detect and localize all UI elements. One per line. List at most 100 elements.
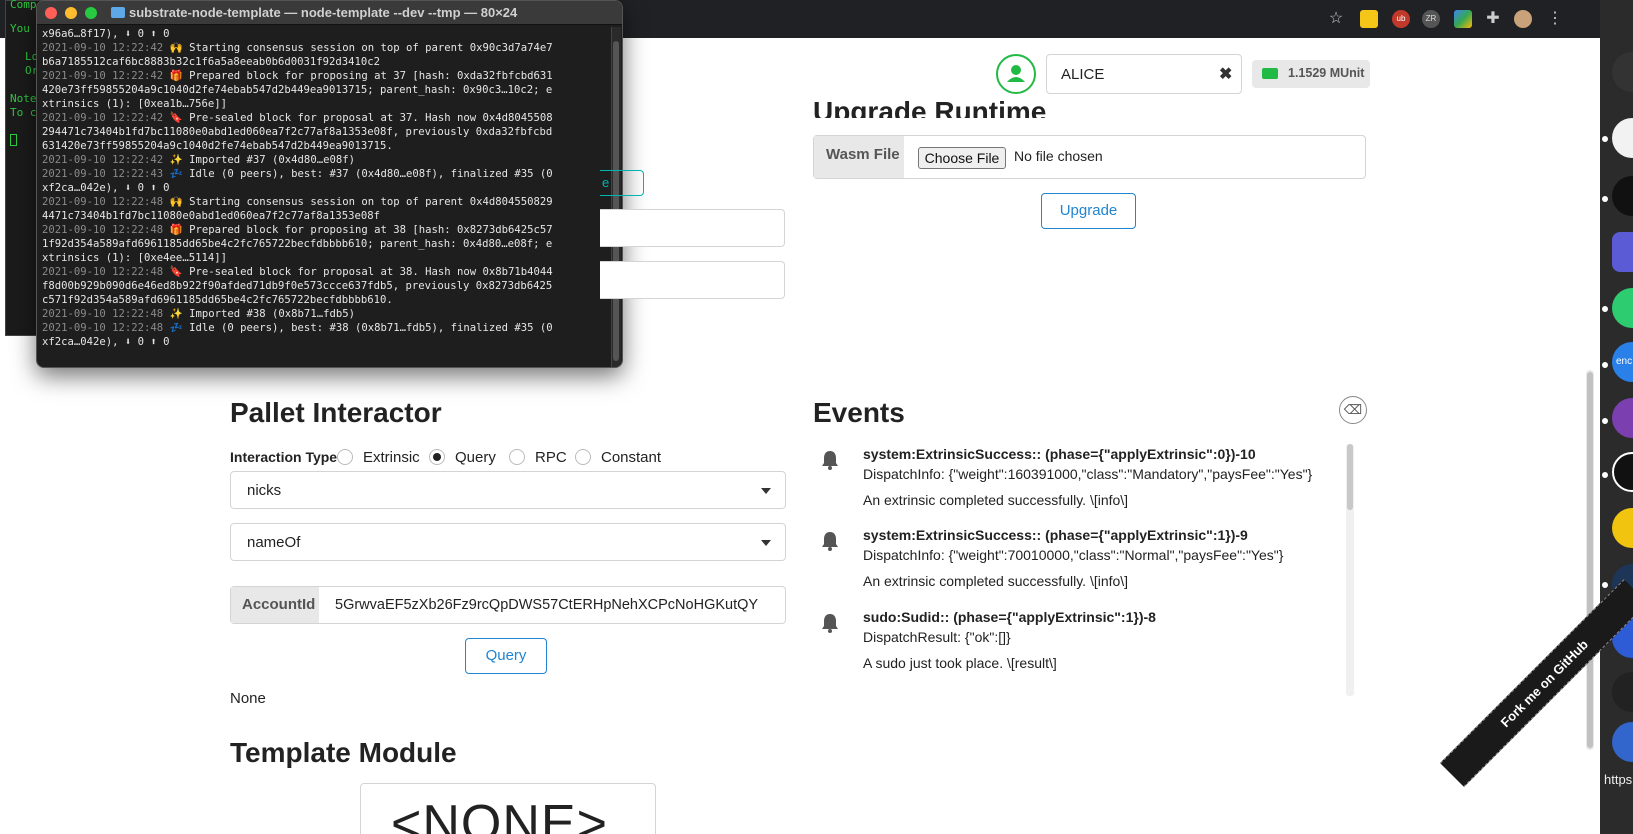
terminal-line: x96a6…8f17), ⬇ 0 ⬆ 0 xyxy=(42,27,604,41)
dock-indicator xyxy=(1602,136,1608,142)
log-text: 🔖 Pre-sealed block for proposal at 38. H… xyxy=(163,266,553,278)
events-scrollbar-thumb[interactable] xyxy=(1347,444,1353,510)
balance-badge: 1.1529 MUnit xyxy=(1252,60,1370,88)
terminal-line: xtrinsics (1): [0xea1b…756e]] xyxy=(42,97,604,111)
star-bookmark-icon[interactable]: ☆ xyxy=(1327,10,1345,28)
wasm-file-field[interactable]: Wasm File Choose File No file chosen xyxy=(813,135,1366,179)
page-scrollbar-thumb[interactable] xyxy=(1587,372,1593,748)
zr-extension-icon[interactable]: ZR xyxy=(1422,10,1440,28)
profile-avatar-icon[interactable] xyxy=(1514,10,1532,28)
terminal-line: 2021-09-10 12:22:48 💤 Idle (0 peers), be… xyxy=(42,321,604,335)
terminal-line: f8d00b929b090d6e46ed8b922f90afded71db9f0… xyxy=(42,279,604,293)
event-description: An extrinsic completed successfully. \[i… xyxy=(863,573,1129,589)
no-file-text: No file chosen xyxy=(1014,148,1103,164)
terminal-line: 294471c73404b1fd7bc11080e0abd1ed060ea7f2… xyxy=(42,125,604,139)
folder-icon xyxy=(111,7,125,18)
log-text: xtrinsics (1): [0xea1b…756e]] xyxy=(42,98,227,110)
events-feed: system:ExtrinsicSuccess:: (phase={"apply… xyxy=(813,446,1368,698)
log-timestamp: 2021-09-10 12:22:42 xyxy=(42,154,164,166)
choose-file-button[interactable]: Choose File xyxy=(918,147,1006,169)
terminal-text: Note xyxy=(10,92,37,105)
radio-query-label[interactable]: Query xyxy=(455,449,496,466)
account-id-label: AccountId xyxy=(231,587,319,623)
pallet-dropdown-value: nicks xyxy=(247,482,282,499)
event-title: system:ExtrinsicSuccess:: (phase={"apply… xyxy=(863,446,1256,462)
dock-indicator xyxy=(1602,472,1608,478)
wasm-file-label: Wasm File xyxy=(814,136,904,178)
terminal-window[interactable]: substrate-node-template — node-template … xyxy=(36,0,623,368)
log-text: 631420e73ff59855204a9c1040d2fe74ebab547d… xyxy=(42,140,393,152)
log-text: b6a7185512caf6bc8883b32c1f6a5a8eeab0b6d0… xyxy=(42,56,381,68)
terminal-line: 631420e73ff59855204a9c1040d2fe74ebab547d… xyxy=(42,139,604,153)
terminal-line: 2021-09-10 12:22:48 🙌 Starting consensus… xyxy=(42,195,604,209)
radio-rpc[interactable] xyxy=(509,449,525,465)
pallet-interactor-title: Pallet Interactor xyxy=(230,397,442,428)
upgrade-button[interactable]: Upgrade xyxy=(1041,193,1136,229)
radio-extrinsic[interactable] xyxy=(337,449,353,465)
log-text: 420e73ff59855204a9c1040d2fe74ebab547d2b4… xyxy=(42,84,553,96)
radio-extrinsic-label[interactable]: Extrinsic xyxy=(363,449,420,466)
pallet-dropdown[interactable]: nicks xyxy=(230,471,786,509)
terminal-line: b6a7185512caf6bc8883b32c1f6a5a8eeab0b6d0… xyxy=(42,55,604,69)
terminal-line: xf2ca…042e), ⬇ 0 ⬆ 0 xyxy=(42,335,604,349)
log-timestamp: 2021-09-10 12:22:48 xyxy=(42,224,164,236)
hidden-input-fragment[interactable] xyxy=(600,209,785,247)
minimize-window-icon[interactable] xyxy=(65,7,77,19)
balance-value: 1.1529 MUnit xyxy=(1288,66,1365,80)
callable-dropdown[interactable]: nameOf xyxy=(230,523,786,561)
log-text: xf2ca…042e), ⬇ 0 ⬆ 0 xyxy=(42,182,170,194)
terminal-line: 2021-09-10 12:22:43 💤 Idle (0 peers), be… xyxy=(42,167,604,181)
dock-indicator xyxy=(1602,418,1608,424)
zoom-window-icon[interactable] xyxy=(85,7,97,19)
log-text: ✨ Imported #38 (0x8b71…fdb5) xyxy=(163,308,355,320)
event-description: A sudo just took place. \[result\] xyxy=(863,655,1057,671)
log-text: 🎁 Prepared block for proposing at 38 [ha… xyxy=(163,224,553,236)
hidden-button-fragment[interactable]: e xyxy=(600,170,644,196)
log-text: xtrinsics (1): [0xe4ee…5114]] xyxy=(42,252,227,264)
account-id-input[interactable]: 5GrwvaEF5zXb26Fz9rcQpDWS57CtERHpNehXCPcN… xyxy=(335,597,758,613)
drive-extension-icon[interactable] xyxy=(1454,10,1472,28)
terminal-line: 2021-09-10 12:22:48 🎁 Prepared block for… xyxy=(42,223,604,237)
account-id-field[interactable]: AccountId 5GrwvaEF5zXb26Fz9rcQpDWS57CtER… xyxy=(230,586,786,624)
terminal-titlebar[interactable]: substrate-node-template — node-template … xyxy=(37,1,622,25)
log-text: f8d00b929b090d6e46ed8b922f90afded71db9f0… xyxy=(42,280,553,292)
template-value-card: <NONE> xyxy=(360,783,656,834)
log-text: 294471c73404b1fd7bc11080e0abd1ed060ea7f2… xyxy=(42,126,553,138)
kebab-menu-icon[interactable]: ⋮ xyxy=(1546,10,1564,28)
log-text: 🙌 Starting consensus session on top of p… xyxy=(163,196,553,208)
radio-rpc-label[interactable]: RPC xyxy=(535,449,567,466)
puzzle-extensions-icon[interactable]: ✚ xyxy=(1484,10,1502,28)
dock-app-icon[interactable] xyxy=(1612,232,1633,272)
radio-query[interactable] xyxy=(429,449,445,465)
account-selector[interactable]: ALICE ✖ xyxy=(1046,54,1242,94)
log-text: xf2ca…042e), ⬇ 0 ⬆ 0 xyxy=(42,336,170,348)
query-button[interactable]: Query xyxy=(465,638,547,674)
log-timestamp: 2021-09-10 12:22:48 xyxy=(42,322,164,334)
dock-indicator xyxy=(1602,196,1608,202)
close-window-icon[interactable] xyxy=(45,7,57,19)
eraser-icon[interactable]: ⌫ xyxy=(1339,396,1367,424)
dock-indicator xyxy=(1602,362,1608,368)
interaction-type-label: Interaction Type xyxy=(230,449,338,465)
event-description: An extrinsic completed successfully. \[i… xyxy=(863,492,1129,508)
terminal-line: xtrinsics (1): [0xe4ee…5114]] xyxy=(42,251,604,265)
terminal-line: 420e73ff59855204a9c1040d2fe74ebab547d2b4… xyxy=(42,83,604,97)
radio-constant[interactable] xyxy=(575,449,591,465)
clear-account-icon[interactable]: ✖ xyxy=(1219,64,1232,84)
radio-constant-label[interactable]: Constant xyxy=(601,449,661,466)
template-module-title: Template Module xyxy=(230,737,457,768)
dock-indicator xyxy=(1602,306,1608,312)
terminal-cursor xyxy=(10,134,17,146)
upgrade-runtime-title: Upgrade Runtime xyxy=(813,96,1047,118)
extension-icon-yellow[interactable] xyxy=(1360,10,1378,28)
chevron-down-icon xyxy=(761,488,771,494)
log-text: 🎁 Prepared block for proposing at 37 [ha… xyxy=(163,70,553,82)
terminal-scrollbar-thumb[interactable] xyxy=(613,41,619,361)
log-text: c571f92d354a589afd6961185dd65be4c2fc7657… xyxy=(42,294,393,306)
log-timestamp: 2021-09-10 12:22:48 xyxy=(42,266,164,278)
money-icon xyxy=(1262,68,1278,79)
hidden-input-fragment[interactable] xyxy=(600,261,785,299)
event-info: DispatchInfo: {"weight":70010000,"class"… xyxy=(863,547,1284,563)
ublock-extension-icon[interactable]: ub xyxy=(1392,10,1410,28)
terminal-line: 2021-09-10 12:22:42 🔖 Pre-sealed block f… xyxy=(42,111,604,125)
